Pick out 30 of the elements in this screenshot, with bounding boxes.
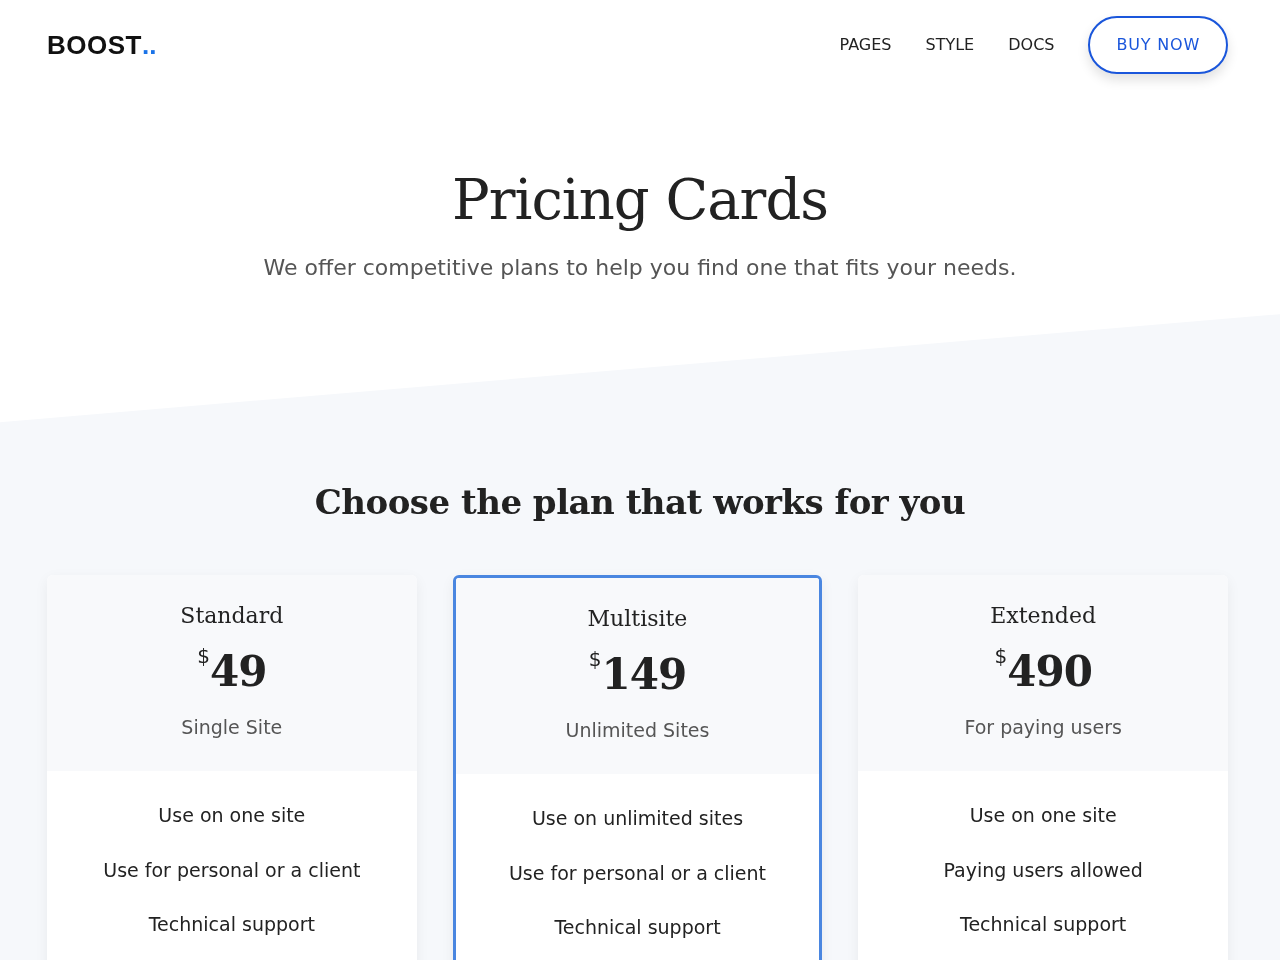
plan-name: Standard: [179, 602, 285, 630]
currency-symbol: $: [588, 647, 602, 671]
nav-link[interactable]: DOCS: [1008, 33, 1055, 57]
nav-link[interactable]: PAGES: [839, 33, 892, 57]
plan-name: Multisite: [586, 605, 689, 633]
plan-caption: For paying users: [963, 715, 1123, 740]
logo[interactable]: BOOST: [47, 25, 142, 65]
feature-text: Paying users allowed: [943, 858, 1143, 883]
feature-text: Use on one site: [158, 803, 306, 829]
nav-link[interactable]: STYLE: [925, 33, 975, 57]
currency-symbol: $: [994, 644, 1008, 668]
currency-symbol: $: [197, 644, 210, 668]
logo-dots: ..: [141, 28, 157, 62]
plan-caption: Single Site: [180, 715, 284, 740]
feature-text: Technical support: [148, 912, 315, 938]
feature-text: Use for personal or a client: [103, 858, 361, 883]
plan-price: 149: [601, 650, 687, 699]
buy-now-button[interactable]: BUY NOW: [1088, 16, 1228, 74]
plan-price: 49: [209, 647, 267, 696]
page-title: Pricing Cards: [451, 166, 829, 234]
plan-caption: Unlimited Sites: [564, 718, 711, 743]
plan-name: Extended: [989, 602, 1097, 630]
page-subtitle: We offer competitive plans to help you find one that fits your needs.: [262, 254, 1018, 283]
feature-text: Technical support: [960, 912, 1127, 938]
feature-text: Use on one site: [969, 803, 1117, 829]
section-heading: Choose the plan that works for you: [314, 482, 966, 523]
feature-text: Use for personal or a client: [508, 861, 767, 886]
plan-price: 490: [1007, 647, 1092, 696]
feature-text: Use on unlimited sites: [531, 806, 744, 832]
feature-text: Technical support: [554, 915, 721, 941]
